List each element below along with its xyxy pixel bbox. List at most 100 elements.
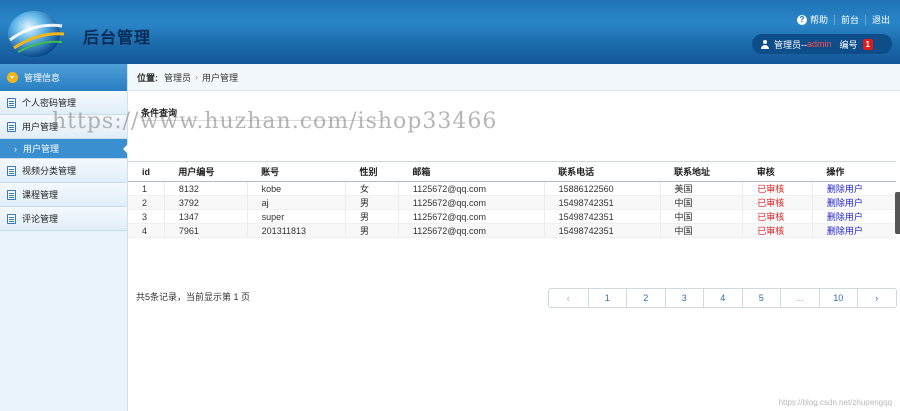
cell-gender: 女: [344, 181, 399, 196]
pagination: ‹ 1 2 3 4 5 ... 10 ›: [548, 288, 897, 308]
table-row: 4 7961 201311813 男 1125672@qq.com 154987…: [128, 223, 896, 238]
cell-account: aj: [246, 195, 346, 210]
user-icon: [761, 39, 769, 49]
cell-phone: 15498742351: [543, 209, 661, 224]
watermark-text: https://www.huzhan.com/ishop33466: [52, 109, 498, 134]
record-summary: 共5条记录，当前显示第 1 页: [136, 292, 251, 302]
table-header-row: id 用户编号 账号 性别 邮箱 联系电话 联系地址 审核 操作: [128, 161, 896, 182]
cell-id: 1: [128, 181, 165, 196]
cell-email: 1125672@qq.com: [397, 223, 545, 238]
table-row: 2 3792 aj 男 1125672@qq.com 15498742351 中…: [128, 195, 896, 210]
sidebar-item-label: 评论管理: [22, 214, 59, 224]
cell-user-no: 1347: [163, 209, 248, 224]
app-header: 后台管理 ? 帮助 前台 退出 管理员-- admin 编号 1: [0, 0, 900, 64]
col-header: 联系电话: [544, 161, 661, 182]
delete-user-link[interactable]: 删除用户: [811, 209, 896, 224]
sidebar-item-label: 课程管理: [22, 190, 59, 200]
cell-user-no: 8132: [163, 181, 248, 196]
cell-phone: 15498742351: [543, 223, 661, 238]
copyright-text: https://blog.csdn.net/zhupengqq: [778, 398, 892, 407]
cell-account: 201311813: [246, 223, 346, 238]
cell-phone: 15886122560: [543, 181, 661, 196]
sidebar-subitem-user-manage[interactable]: › 用户管理: [0, 139, 128, 159]
sidebar-header[interactable]: 管理信息: [0, 64, 127, 91]
logout-link[interactable]: 退出: [872, 13, 890, 26]
col-header: 性别: [345, 161, 399, 182]
cell-gender: 男: [344, 223, 399, 238]
cell-email: 1125672@qq.com: [397, 195, 545, 210]
chevron-right-icon: ›: [14, 144, 17, 154]
page-button[interactable]: 5: [741, 289, 781, 307]
delete-user-link[interactable]: 删除用户: [811, 181, 896, 196]
document-icon: [7, 121, 16, 132]
user-role: 管理员--: [774, 39, 807, 50]
sidebar-item-label: 视频分类管理: [22, 166, 77, 176]
cell-email: 1125672@qq.com: [397, 209, 545, 224]
breadcrumb-item: 用户管理: [202, 72, 239, 83]
col-header: 联系地址: [660, 161, 743, 182]
col-header: id: [128, 161, 165, 182]
page-button[interactable]: 2: [626, 289, 665, 307]
help-icon: ?: [796, 14, 807, 25]
cell-address: 中国: [659, 209, 743, 224]
cell-address: 美国: [659, 181, 743, 196]
page-button[interactable]: 4: [703, 289, 742, 307]
prev-page-button[interactable]: ‹: [549, 289, 588, 307]
document-icon: [7, 97, 16, 108]
top-links: ? 帮助 前台 退出: [796, 13, 890, 26]
chevron-down-icon: [7, 72, 18, 83]
logo-globe-icon: [8, 11, 65, 57]
user-info-bar: 管理员-- admin 编号 1: [752, 34, 892, 54]
sidebar-item-label: 个人密码管理: [22, 98, 77, 108]
page-ellipsis: ...: [780, 289, 819, 307]
col-header: 邮箱: [398, 161, 545, 182]
table-row: 1 8132 kobe 女 1125672@qq.com 15886122560…: [128, 181, 896, 196]
user-name: admin: [807, 39, 832, 49]
col-header: 账号: [247, 161, 346, 182]
next-page-button[interactable]: ›: [857, 289, 896, 307]
cell-id: 4: [128, 223, 165, 238]
cell-status: 已审核: [742, 181, 813, 196]
breadcrumb: 位置: 管理员 › 用户管理: [128, 64, 900, 91]
cell-user-no: 3792: [163, 195, 248, 210]
document-icon: [7, 213, 16, 224]
cell-status: 已审核: [742, 195, 813, 210]
cell-email: 1125672@qq.com: [397, 181, 545, 196]
sidebar-item-video-category[interactable]: 视频分类管理: [0, 159, 127, 183]
cell-gender: 男: [344, 209, 399, 224]
page-button[interactable]: 10: [818, 289, 858, 307]
cell-gender: 男: [344, 195, 399, 210]
chevron-right-icon: ›: [195, 72, 199, 82]
sidebar-subitem-label: 用户管理: [23, 144, 60, 154]
cell-address: 中国: [659, 195, 743, 210]
cell-account: kobe: [246, 181, 346, 196]
page-button[interactable]: 3: [664, 289, 704, 307]
sidebar-item-courses[interactable]: 课程管理: [0, 183, 127, 207]
divider: [864, 14, 866, 25]
divider: [833, 14, 835, 25]
document-icon: [7, 165, 16, 176]
sidebar-header-label: 管理信息: [24, 73, 61, 83]
side-handle[interactable]: [895, 192, 900, 234]
delete-user-link[interactable]: 删除用户: [811, 195, 896, 210]
sidebar-item-comments[interactable]: 评论管理: [0, 207, 127, 231]
user-table: id 用户编号 账号 性别 邮箱 联系电话 联系地址 审核 操作 1 8132 …: [128, 161, 896, 238]
frontend-link[interactable]: 前台: [841, 13, 859, 26]
col-header: 审核: [742, 161, 813, 182]
cell-user-no: 7961: [163, 223, 248, 238]
page-button[interactable]: 1: [587, 289, 627, 307]
number-label: 编号: [839, 39, 858, 50]
cell-account: super: [246, 209, 346, 224]
number-badge: 1: [862, 38, 873, 50]
breadcrumb-prefix: 位置:: [137, 72, 158, 83]
col-header: 用户编号: [164, 161, 248, 182]
cell-phone: 15498742351: [543, 195, 661, 210]
delete-user-link[interactable]: 删除用户: [811, 223, 896, 238]
document-icon: [7, 189, 16, 200]
cell-id: 2: [128, 195, 165, 210]
help-link[interactable]: 帮助: [810, 13, 828, 26]
breadcrumb-item[interactable]: 管理员: [164, 71, 191, 84]
cell-address: 中国: [659, 223, 743, 238]
table-row: 3 1347 super 男 1125672@qq.com 1549874235…: [128, 209, 896, 224]
app-title: 后台管理: [83, 30, 152, 47]
